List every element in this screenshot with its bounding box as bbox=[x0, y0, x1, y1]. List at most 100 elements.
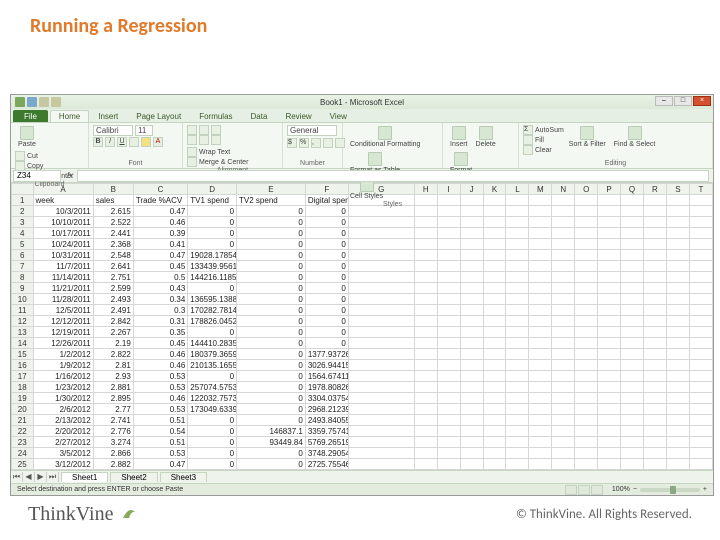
cell[interactable] bbox=[437, 327, 460, 338]
cell[interactable] bbox=[552, 228, 575, 239]
cell[interactable] bbox=[552, 393, 575, 404]
col-header[interactable]: M bbox=[529, 184, 552, 195]
number-format[interactable]: General bbox=[287, 125, 337, 136]
cell[interactable] bbox=[643, 338, 666, 349]
cell[interactable] bbox=[483, 305, 506, 316]
cell[interactable] bbox=[437, 294, 460, 305]
cell[interactable] bbox=[643, 393, 666, 404]
cell[interactable] bbox=[414, 437, 437, 448]
cell[interactable]: 2493.840554 bbox=[305, 415, 348, 426]
cell[interactable] bbox=[506, 349, 529, 360]
cell[interactable]: 1377.937263 bbox=[305, 349, 348, 360]
view-break-icon[interactable] bbox=[591, 485, 603, 495]
cell[interactable] bbox=[575, 338, 598, 349]
cell[interactable] bbox=[643, 404, 666, 415]
cell[interactable] bbox=[506, 327, 529, 338]
row-header[interactable]: 19 bbox=[12, 393, 34, 404]
cell[interactable]: 12/12/2011 bbox=[33, 316, 93, 327]
cell[interactable] bbox=[437, 283, 460, 294]
cell[interactable] bbox=[414, 250, 437, 261]
cell[interactable] bbox=[437, 360, 460, 371]
zoom-out-button[interactable]: − bbox=[633, 486, 637, 493]
cell[interactable] bbox=[598, 195, 621, 206]
cell[interactable] bbox=[506, 239, 529, 250]
cell[interactable] bbox=[666, 393, 689, 404]
cell[interactable] bbox=[666, 195, 689, 206]
cell[interactable] bbox=[575, 349, 598, 360]
cell[interactable] bbox=[506, 316, 529, 327]
autosum-button[interactable]: ΣAutoSum bbox=[523, 125, 564, 135]
cell[interactable]: 0 bbox=[237, 327, 306, 338]
col-header[interactable]: E bbox=[237, 184, 306, 195]
cell[interactable] bbox=[529, 217, 552, 228]
cell[interactable] bbox=[598, 393, 621, 404]
cell[interactable]: 0 bbox=[237, 393, 306, 404]
cell[interactable] bbox=[621, 316, 644, 327]
cell[interactable] bbox=[483, 283, 506, 294]
percent-icon[interactable]: % bbox=[299, 138, 309, 148]
cell[interactable] bbox=[643, 327, 666, 338]
cell[interactable]: 2.881 bbox=[93, 382, 133, 393]
cell[interactable] bbox=[414, 393, 437, 404]
cell[interactable] bbox=[529, 415, 552, 426]
cell[interactable] bbox=[483, 349, 506, 360]
cell[interactable] bbox=[348, 393, 414, 404]
cell[interactable] bbox=[348, 305, 414, 316]
cell[interactable] bbox=[414, 228, 437, 239]
cell[interactable] bbox=[414, 239, 437, 250]
cell[interactable] bbox=[506, 294, 529, 305]
cell[interactable]: 1/23/2012 bbox=[33, 382, 93, 393]
cell[interactable] bbox=[437, 437, 460, 448]
cell[interactable] bbox=[621, 327, 644, 338]
cell[interactable] bbox=[598, 294, 621, 305]
row-header[interactable]: 12 bbox=[12, 316, 34, 327]
align-left-icon[interactable] bbox=[187, 135, 197, 145]
fill-color-button[interactable] bbox=[141, 137, 151, 147]
cell[interactable]: 3/5/2012 bbox=[33, 448, 93, 459]
cell[interactable] bbox=[552, 327, 575, 338]
cell[interactable] bbox=[621, 382, 644, 393]
cell[interactable]: 0.46 bbox=[133, 349, 187, 360]
row-header[interactable]: 1 bbox=[12, 195, 34, 206]
cell[interactable] bbox=[506, 382, 529, 393]
cell[interactable] bbox=[666, 437, 689, 448]
tab-review[interactable]: Review bbox=[276, 110, 320, 122]
tab-view[interactable]: View bbox=[321, 110, 356, 122]
cell[interactable] bbox=[689, 393, 712, 404]
tab-home[interactable]: Home bbox=[50, 110, 89, 122]
cell[interactable]: 2.493 bbox=[93, 294, 133, 305]
cell[interactable] bbox=[552, 316, 575, 327]
cell[interactable] bbox=[643, 283, 666, 294]
cell[interactable] bbox=[666, 415, 689, 426]
cell[interactable]: 0 bbox=[188, 228, 237, 239]
cell[interactable] bbox=[506, 272, 529, 283]
cell[interactable]: 12/5/2011 bbox=[33, 305, 93, 316]
cell[interactable] bbox=[621, 426, 644, 437]
col-header[interactable]: T bbox=[689, 184, 712, 195]
align-top-icon[interactable] bbox=[187, 125, 197, 135]
cell[interactable]: 0.51 bbox=[133, 437, 187, 448]
cell[interactable] bbox=[437, 338, 460, 349]
cell[interactable]: 10/10/2011 bbox=[33, 217, 93, 228]
cell[interactable]: 0.47 bbox=[133, 206, 187, 217]
cell[interactable] bbox=[575, 360, 598, 371]
tab-pagelayout[interactable]: Page Layout bbox=[127, 110, 190, 122]
currency-icon[interactable]: $ bbox=[287, 138, 297, 148]
cell[interactable] bbox=[348, 459, 414, 470]
find-select-button[interactable]: Find & Select bbox=[611, 125, 659, 149]
cell[interactable]: 136595.1388 bbox=[188, 294, 237, 305]
cell[interactable] bbox=[414, 426, 437, 437]
cell[interactable]: 0.43 bbox=[133, 283, 187, 294]
cell[interactable] bbox=[552, 349, 575, 360]
fill-button[interactable]: Fill bbox=[523, 135, 564, 145]
cell[interactable] bbox=[483, 371, 506, 382]
cell[interactable]: 0 bbox=[305, 239, 348, 250]
col-header[interactable]: J bbox=[460, 184, 483, 195]
col-header[interactable]: F bbox=[305, 184, 348, 195]
cell[interactable] bbox=[689, 448, 712, 459]
cell[interactable]: 3359.757413 bbox=[305, 426, 348, 437]
cell[interactable] bbox=[437, 228, 460, 239]
cell[interactable] bbox=[529, 283, 552, 294]
cell[interactable] bbox=[598, 349, 621, 360]
cell[interactable] bbox=[552, 437, 575, 448]
